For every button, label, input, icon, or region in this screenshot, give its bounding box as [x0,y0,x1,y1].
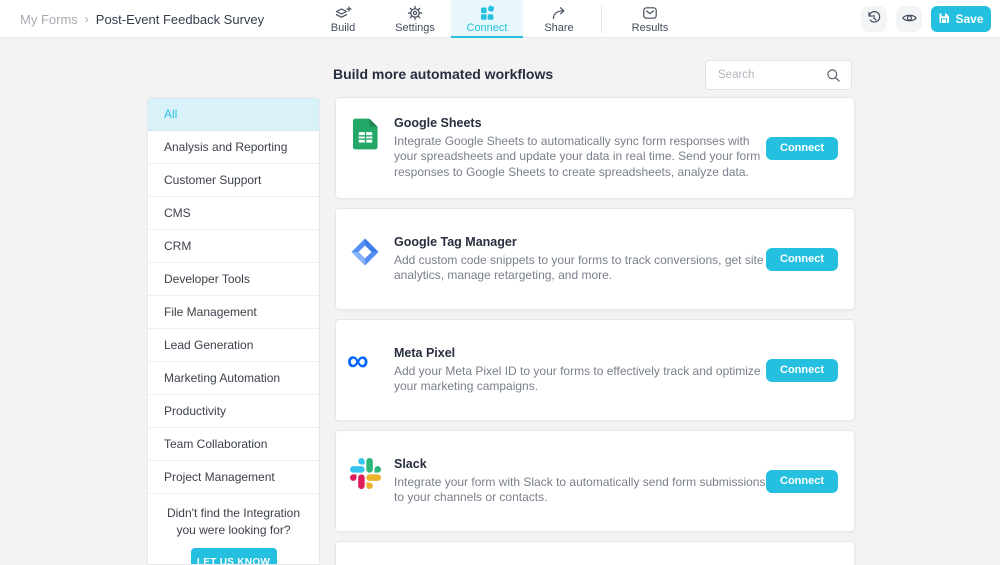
sidebar-item-marketing-automation[interactable]: Marketing Automation [148,362,319,395]
connect-button-meta-pixel[interactable]: Connect [766,359,838,382]
sidebar-item-analysis-and-reporting[interactable]: Analysis and Reporting [148,131,319,164]
integration-list: Google Sheets Integrate Google Sheets to… [335,97,855,565]
tab-build[interactable]: Build [307,0,379,38]
tab-share[interactable]: Share [523,0,595,38]
sidebar-footer: Didn't find the Integration you were loo… [148,494,319,565]
integration-card-slack: Slack Integrate your form with Slack to … [335,430,855,532]
integration-card-meta-pixel: ∞ Meta Pixel Add your Meta Pixel ID to y… [335,319,855,421]
sidebar-item-file-management[interactable]: File Management [148,296,319,329]
search-input[interactable] [706,69,826,81]
page-title: Build more automated workflows [333,66,553,82]
sidebar-item-project-management[interactable]: Project Management [148,461,319,494]
sidebar-item-developer-tools[interactable]: Developer Tools [148,263,319,296]
search-icon [826,68,841,83]
google-sheets-icon [347,117,383,151]
share-arrow-icon [551,5,567,21]
builder-tabs: Build Settings Connect [307,0,692,38]
breadcrumb: My Forms › Post-Event Feedback Survey [20,0,264,38]
integration-description: Add custom code snippets to your forms t… [394,253,766,284]
connect-button-google-tag-manager[interactable]: Connect [766,248,838,271]
tab-divider [601,5,602,33]
tab-connect[interactable]: Connect [451,0,523,38]
revision-history-icon [866,10,882,29]
tab-results-label: Results [632,22,669,34]
sidebar-item-customer-support[interactable]: Customer Support [148,164,319,197]
build-layers-icon [334,5,352,21]
integration-card-google-sheets: Google Sheets Integrate Google Sheets to… [335,97,855,199]
sidebar-item-all[interactable]: All [148,98,319,131]
meta-pixel-icon: ∞ [347,347,383,375]
revision-history-button[interactable] [861,6,887,32]
save-button[interactable]: Save [931,6,991,32]
slack-icon [347,458,383,489]
let-us-know-button[interactable]: LET US KNOW [191,548,277,565]
sidebar-item-cms[interactable]: CMS [148,197,319,230]
integration-search [705,60,852,90]
sidebar-item-team-collaboration[interactable]: Team Collaboration [148,428,319,461]
breadcrumb-separator: › [85,12,89,26]
integration-card-partial [335,541,855,565]
connect-button-google-sheets[interactable]: Connect [766,137,838,160]
connect-button-slack[interactable]: Connect [766,470,838,493]
save-button-label: Save [955,12,983,26]
top-bar: My Forms › Post-Event Feedback Survey Bu… [0,0,1000,38]
integration-card-google-tag-manager: Google Tag Manager Add custom code snipp… [335,208,855,310]
header-actions: Save [861,6,991,32]
integration-title: Google Tag Manager [394,235,766,249]
sidebar-item-crm[interactable]: CRM [148,230,319,263]
sidebar-item-productivity[interactable]: Productivity [148,395,319,428]
tab-settings[interactable]: Settings [379,0,451,38]
integration-description: Integrate your form with Slack to automa… [394,475,766,506]
integration-description: Add your Meta Pixel ID to your forms to … [394,364,766,395]
tab-results[interactable]: Results [608,0,692,38]
preview-eye-icon [901,10,918,29]
integration-title: Meta Pixel [394,346,766,360]
preview-button[interactable] [896,6,922,32]
tab-build-label: Build [331,22,355,34]
svg-text:∞: ∞ [347,347,369,375]
integration-title: Google Sheets [394,116,766,130]
sidebar-item-lead-generation[interactable]: Lead Generation [148,329,319,362]
tab-connect-label: Connect [467,22,508,34]
breadcrumb-my-forms[interactable]: My Forms [20,12,78,27]
integration-description: Integrate Google Sheets to automatically… [394,134,766,181]
integration-title: Slack [394,457,766,471]
tab-share-label: Share [544,22,573,34]
gear-icon [407,5,423,21]
google-tag-manager-icon [347,236,383,268]
connect-blocks-icon [479,5,495,21]
inbox-envelope-icon [642,5,658,21]
tab-settings-label: Settings [395,22,435,34]
sidebar-footer-hint: Didn't find the Integration you were loo… [162,505,305,539]
save-floppy-icon [938,12,950,27]
category-sidebar: All Analysis and Reporting Customer Supp… [147,97,320,565]
breadcrumb-form-title: Post-Event Feedback Survey [96,12,264,27]
